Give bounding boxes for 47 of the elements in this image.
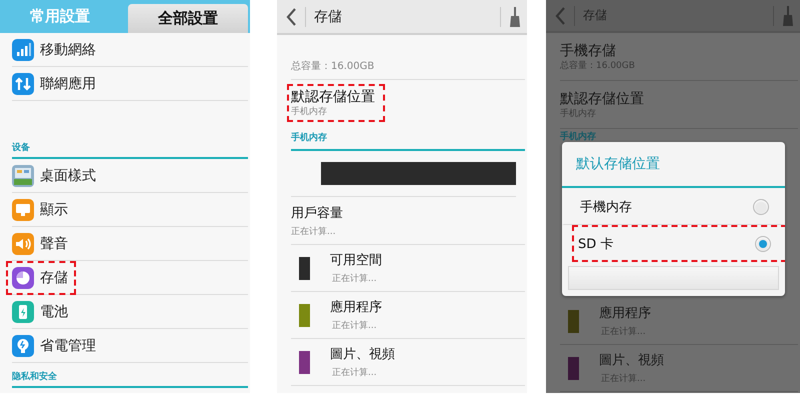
item-subtitle: 手机内存 [291,106,328,118]
section-header: 手机内存 [560,130,596,143]
battery-icon [12,300,34,322]
item-title[interactable]: 用戶容量 [291,204,525,222]
settings-item[interactable]: 電池 [40,302,68,320]
item-subtitle: 正在计算... [332,366,378,379]
settings-item[interactable]: 移動網絡 [40,40,96,58]
option-label[interactable]: 手機内存 [580,198,632,216]
item-title[interactable]: 手機存儲 [560,42,798,60]
speaker-icon [12,232,34,254]
item-title[interactable]: 應用程序 [330,298,382,316]
item-title[interactable]: 默認存儲位置 [560,90,798,108]
screen-title: 存儲 [583,7,607,24]
total-capacity: 总容量：16.00GB [291,60,374,73]
signal-icon [12,38,34,60]
settings-item[interactable]: 聯網應用 [40,74,96,92]
screen-title: 存儲 [314,8,342,26]
settings-item[interactable]: 聲音 [40,234,68,252]
section-header: 手机内存 [291,131,327,144]
pie-icon [12,266,34,288]
back-icon [554,6,566,26]
item-title[interactable]: 圖片、視頻 [330,345,395,363]
desktop-icon [12,164,34,186]
item-title[interactable]: 默認存儲位置 [291,88,375,106]
up-down-arrows-icon [12,72,34,94]
broom-icon [509,6,521,28]
radio-button[interactable] [753,199,769,215]
option-label[interactable]: SD 卡 [578,234,614,252]
item-subtitle: 正在计算... [332,272,378,285]
settings-item[interactable]: 桌面樣式 [40,166,96,184]
item-subtitle: 正在计算... [291,226,337,238]
radio-button[interactable] [755,236,771,252]
item-title[interactable]: 應用程序 [599,304,651,322]
lightbulb-icon [12,334,34,356]
monitor-icon [12,198,34,220]
settings-item[interactable]: 顯示 [40,200,68,218]
dialog-title: 默认存储位置 [562,142,785,188]
item-title[interactable]: 圖片、視頻 [599,351,664,369]
item-subtitle: 正在计算... [332,320,378,332]
section-header: 隐私和安全 [12,370,57,383]
settings-item[interactable]: 省電管理 [40,336,96,354]
item-title[interactable]: 可用空間 [330,251,382,269]
back-icon [285,6,297,26]
settings-item[interactable]: 存儲 [40,268,68,286]
section-header: 设备 [12,142,30,154]
tab[interactable]: 全部設置 [128,4,248,33]
broom-icon [782,4,794,26]
